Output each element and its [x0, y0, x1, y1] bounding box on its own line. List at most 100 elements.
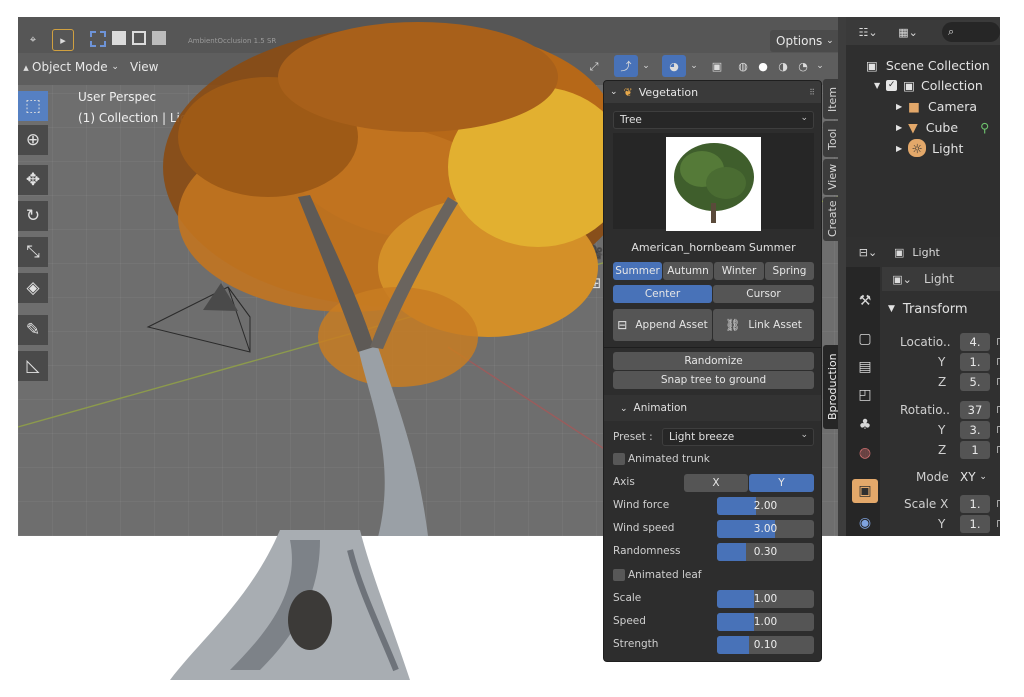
animated-leaf-label: Animated leaf: [628, 569, 702, 581]
collapse-arrow-icon: ⌄: [620, 404, 628, 414]
outliner-editor-icon[interactable]: ☷⌄: [854, 23, 882, 41]
output-icon[interactable]: ▤: [852, 355, 878, 379]
link-asset-button[interactable]: ⛓ Link Asset: [713, 309, 814, 341]
lock-icon[interactable]: ⊓: [996, 404, 1000, 416]
checkbox-icon[interactable]: ✓: [886, 79, 898, 91]
transform-section-header[interactable]: ▼ Transform: [888, 299, 968, 319]
axis-x-button[interactable]: X: [684, 474, 748, 492]
location-z-field[interactable]: 5.: [960, 373, 990, 391]
asset-preview-area[interactable]: [613, 133, 814, 231]
rotation-mode-dropdown[interactable]: XY ⌄: [960, 467, 987, 487]
tab-tool[interactable]: Tool: [823, 121, 838, 157]
properties-editor-icon[interactable]: ⊟⌄: [854, 243, 882, 261]
location-x-field[interactable]: 4.: [960, 333, 990, 351]
lock-icon[interactable]: ⊓: [996, 356, 1000, 368]
chevron-down-icon: ⌄: [979, 472, 987, 482]
outliner: ☷⌄ ▦⌄ ⌕ ▣ Scene Collection ▼ ✓ ▣ Collecti…: [846, 17, 1000, 237]
world-icon[interactable]: ◍: [852, 441, 878, 465]
leaf-strength-slider[interactable]: 0.10: [717, 636, 814, 654]
outliner-item-collection[interactable]: ▼ ✓ ▣ Collection: [846, 75, 1000, 95]
lock-icon[interactable]: ⊓: [996, 376, 1000, 388]
chevron-down-icon: ⌄: [800, 113, 808, 123]
object-name-label: Light: [912, 245, 940, 259]
tool-settings-icon[interactable]: ⚒: [852, 289, 878, 313]
collapse-arrow-icon: ▼: [888, 304, 895, 314]
preset-dropdown[interactable]: Light breeze ⌄: [662, 428, 814, 446]
camera-object: [146, 283, 251, 353]
outliner-search-input[interactable]: ⌕: [942, 22, 1000, 42]
outliner-item-camera[interactable]: ▶ ■ Camera: [846, 96, 1000, 116]
lock-icon[interactable]: ⊓: [996, 444, 1000, 456]
slider-value: 3.00: [753, 523, 778, 535]
scale-y-label: Y: [938, 517, 946, 531]
outliner-item-label: Cube: [925, 119, 959, 135]
axis-y-button[interactable]: Y: [749, 474, 814, 492]
animation-title: ⌄ Animation: [620, 402, 687, 414]
data-browse-icon[interactable]: ▣⌄: [890, 270, 914, 288]
render-icon[interactable]: ▢: [852, 327, 878, 351]
tab-view[interactable]: View: [823, 159, 838, 195]
slider-value: 2.00: [753, 500, 778, 512]
wind-force-slider[interactable]: 2.00: [717, 497, 814, 515]
location-y-field[interactable]: 1.: [960, 353, 990, 371]
location-label: Locatio..: [900, 335, 951, 349]
animated-leaf-checkbox[interactable]: [613, 569, 625, 581]
blender-window: ⌖ ▸ AmbientOcclusion 1.5 SR Options ⌄ ▴ …: [18, 17, 1000, 536]
outliner-item-cube[interactable]: ▶ ▼ Cube ⚲: [846, 117, 1000, 137]
location-y-label: Y: [938, 355, 946, 369]
rotation-z-field[interactable]: 1: [960, 441, 990, 459]
lock-icon[interactable]: ⊓: [996, 498, 1000, 510]
randomness-label: Randomness: [613, 545, 681, 557]
asset-thumbnail-image: [666, 137, 761, 231]
animation-title-text: Animation: [633, 402, 688, 414]
physics-icon[interactable]: ◉: [852, 511, 878, 535]
outliner-item-label: Camera: [927, 98, 978, 114]
view-layer-icon[interactable]: ◰: [852, 383, 878, 407]
drag-handle-icon[interactable]: ⠿: [809, 88, 815, 97]
tab-bproduction[interactable]: Bproduction: [823, 345, 838, 429]
tab-create[interactable]: Create: [823, 197, 838, 241]
wind-speed-label: Wind speed: [613, 522, 675, 534]
preset-label: Preset :: [613, 431, 653, 443]
scale-y-field[interactable]: 1.: [960, 515, 990, 533]
leaf-strength-label: Strength: [613, 638, 659, 650]
rotation-x-field[interactable]: 37: [960, 401, 990, 419]
rotation-z-label: Z: [938, 443, 947, 457]
animated-trunk-checkbox[interactable]: [613, 453, 625, 465]
append-icon: ⊟: [617, 318, 628, 332]
lock-icon[interactable]: ⊓: [996, 336, 1000, 348]
axis-label: Axis: [613, 476, 635, 488]
lock-icon[interactable]: ⊓: [996, 518, 1000, 530]
rotation-y-field[interactable]: 3.: [960, 421, 990, 439]
tab-item[interactable]: Item: [823, 79, 838, 119]
vegetation-panel-header[interactable]: ⌄ ❦ Vegetation ⠿: [604, 81, 821, 103]
wind-speed-slider[interactable]: 3.00: [717, 520, 814, 538]
data-name-field[interactable]: Light: [924, 269, 954, 289]
season-winter-button[interactable]: Winter: [714, 262, 764, 280]
center-placement-button[interactable]: Center: [613, 285, 712, 303]
object-name-field[interactable]: ▣ Light: [894, 243, 994, 261]
randomize-button[interactable]: Randomize: [613, 352, 814, 370]
append-asset-button[interactable]: ⊟ Append Asset: [613, 309, 712, 341]
leaf-scale-label: Scale: [613, 592, 642, 604]
snap-to-ground-button[interactable]: Snap tree to ground: [613, 371, 814, 389]
randomness-slider[interactable]: 0.30: [717, 543, 814, 561]
cursor-placement-button[interactable]: Cursor: [713, 285, 814, 303]
season-spring-button[interactable]: Spring: [765, 262, 814, 280]
season-autumn-button[interactable]: Autumn: [663, 262, 713, 280]
leaf-scale-slider[interactable]: 1.00: [717, 590, 814, 608]
scene-collection-row[interactable]: ▣ Scene Collection: [846, 55, 1000, 75]
lock-icon[interactable]: ⊓: [996, 424, 1000, 436]
outliner-item-light[interactable]: ▶ ☼ Light: [846, 138, 1000, 158]
category-dropdown[interactable]: Tree ⌄: [613, 111, 814, 129]
leaf-speed-slider[interactable]: 1.00: [717, 613, 814, 631]
scale-x-field[interactable]: 1.: [960, 495, 990, 513]
season-summer-button[interactable]: Summer: [613, 262, 662, 280]
slider-value: 0.30: [753, 546, 778, 558]
object-properties-icon[interactable]: ▣: [852, 479, 878, 503]
category-value: Tree: [620, 114, 642, 126]
asset-name-label: American_hornbeam Summer: [631, 241, 796, 254]
display-mode-icon[interactable]: ▦⌄: [894, 23, 922, 41]
scene-icon[interactable]: ♣: [852, 413, 878, 437]
mesh-icon: ▼: [908, 119, 918, 135]
